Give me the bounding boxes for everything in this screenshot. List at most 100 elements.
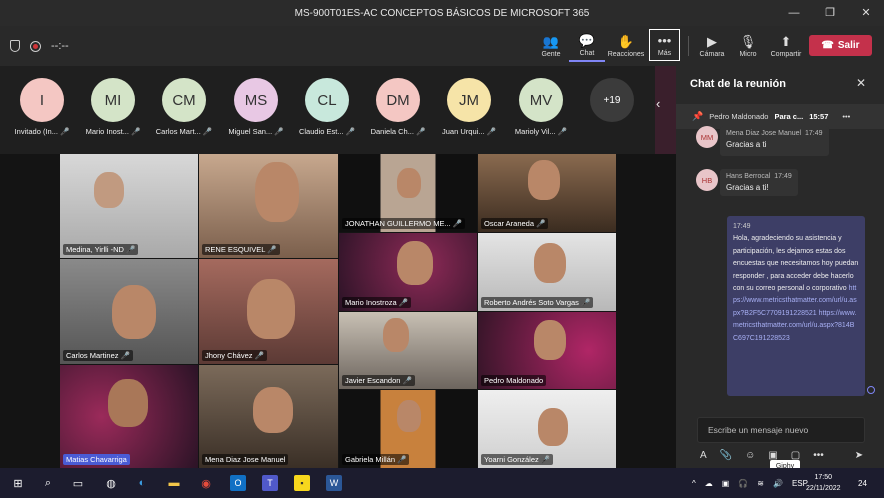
chat-button[interactable]: 💬 Chat (569, 30, 605, 62)
mic-off-icon: 🎤 (254, 351, 264, 360)
video-tile[interactable]: Yoarni González 🎤 (478, 390, 616, 468)
mic-off-icon: 🎤 (126, 245, 136, 254)
leave-button[interactable]: ☎ Salir (809, 35, 872, 56)
participant-avatar[interactable]: MS Miguel San... 🎤 (221, 78, 291, 136)
volume-icon[interactable]: 🔊 (773, 479, 783, 488)
teams-icon[interactable]: T (262, 475, 278, 491)
gif-icon[interactable]: ▣ (768, 450, 777, 461)
mic-off-icon: 🎤 (581, 298, 591, 307)
wifi-icon[interactable]: ≋ (757, 479, 764, 488)
video-tile[interactable]: Medina, Yirlli -ND 🎤 (60, 154, 198, 258)
task-view-icon[interactable]: ▭ (70, 475, 86, 491)
headset-icon[interactable]: 🎧 (738, 479, 748, 488)
format-icon[interactable]: A (700, 450, 707, 461)
participant-name: Miguel San... 🎤 (228, 127, 284, 136)
message-text: Hola, agradeciendo su asistencia y parti… (733, 235, 859, 293)
mic-off-icon: 🎤 (120, 351, 130, 360)
participant-avatar[interactable]: MV Marioly Vil... 🎤 (506, 78, 576, 136)
participant-strip: I Invitado (In... 🎤 MI Mario Inost... 🎤 … (0, 66, 676, 154)
minimize-button[interactable]: — (776, 0, 812, 26)
microphone-button[interactable]: 🎙 Micro (730, 30, 766, 62)
video-tile[interactable]: Mena Diaz Jose Manuel (199, 365, 338, 468)
taskbar: ⊞ ⌕ ▭ ◍ ◐ ▬ ◉ O T ▪ W ^ ☁ ▣ 🎧 ≋ 🔊 ESP 17… (0, 468, 884, 498)
participant-name-label: Carlos Martinez 🎤 (63, 350, 133, 361)
video-tile[interactable]: Javier Escandon 🎤 (339, 312, 477, 389)
chevron-left-icon[interactable]: ‹ (656, 96, 660, 111)
video-tile[interactable]: Pedro Maldonado (478, 312, 616, 389)
message-time: 17:49 (774, 173, 792, 180)
recording-icon (30, 40, 41, 52)
more-options-icon[interactable]: ••• (842, 112, 850, 121)
cloud-icon[interactable]: ☁ (705, 479, 713, 488)
avatar: MV (519, 78, 563, 122)
microphone-label: Micro (739, 50, 757, 58)
participant-name-label: Roberto Andrés Soto Vargas 🎤 (481, 297, 594, 308)
close-window-button[interactable]: ✕ (848, 0, 884, 26)
avatar: CL (305, 78, 349, 122)
outlook-icon[interactable]: O (230, 475, 246, 491)
video-tile[interactable]: Oscar Araneda 🎤 (478, 154, 616, 232)
attach-icon[interactable]: 📎 (720, 450, 732, 461)
edge-icon[interactable]: ◐ (134, 475, 150, 491)
chevron-up-icon[interactable]: ^ (692, 479, 696, 488)
mic-off-icon: 🎤 (402, 376, 412, 385)
mic-off-icon: 🎤 (397, 455, 407, 464)
video-tile[interactable]: Roberto Andrés Soto Vargas 🎤 (478, 233, 616, 311)
restore-button[interactable]: ❐ (812, 0, 848, 26)
windows-start-icon[interactable]: ⊞ (10, 475, 26, 491)
chrome-icon[interactable]: ◉ (198, 475, 214, 491)
video-tile[interactable]: RENE ESQUIVEL 🎤 (199, 154, 338, 258)
message-compose-input[interactable]: Escribe un mensaje nuevo (697, 417, 865, 443)
app-tray-icon[interactable]: ▣ (722, 479, 730, 488)
participant-avatar[interactable]: CM Carlos Mart... 🎤 (149, 78, 219, 136)
share-label: Compartir (770, 50, 802, 58)
word-icon[interactable]: W (326, 475, 342, 491)
clock[interactable]: 17:50 22/11/2022 (806, 472, 841, 494)
share-button[interactable]: ⬆ Compartir (767, 30, 805, 62)
message-time: 17:49 (804, 130, 823, 137)
more-participants-button[interactable]: +19 (590, 78, 634, 122)
close-icon[interactable]: ✕ (856, 76, 866, 90)
mic-off-icon: 🎤 (486, 127, 496, 136)
participant-name-label: Yoarni González 🎤 (481, 454, 554, 465)
participant-name: Marioly Vil... 🎤 (514, 127, 568, 136)
message-time: 17:49 (733, 223, 751, 230)
more-button[interactable]: ••• Más (649, 29, 680, 61)
participant-name-label: Oscar Araneda 🎤 (481, 218, 549, 229)
chat-label: Chat (579, 49, 595, 57)
video-tile[interactable]: Jhony Chávez 🎤 (199, 259, 338, 364)
participant-avatar[interactable]: DM Daniela Ch... 🎤 (363, 78, 433, 136)
avatar: CM (162, 78, 206, 122)
search-icon[interactable]: ⌕ (40, 475, 56, 491)
video-tile[interactable]: Carlos Martinez 🎤 (60, 259, 198, 364)
reactions-button[interactable]: ✋ Reacciones (605, 30, 647, 62)
emoji-icon[interactable]: ☺ (745, 450, 755, 461)
video-tile[interactable]: Gabriela Millán 🎤 (339, 390, 477, 468)
video-tile[interactable]: Mario Inostroza 🎤 (339, 233, 477, 311)
sticker-icon[interactable]: ▢ (791, 450, 800, 461)
leave-label: Salir (837, 40, 860, 51)
video-tile[interactable]: Matias Chavarriga (60, 365, 198, 468)
more-apps-icon[interactable]: ••• (813, 450, 824, 461)
meeting-toolbar: --:-- 👥 Gente 💬 Chat ✋ Reacciones ••• Má… (0, 26, 884, 66)
video-tile[interactable]: JONATHAN GUILLERMO ME... 🎤 (339, 154, 477, 232)
sticky-notes-icon[interactable]: ▪ (294, 475, 310, 491)
video-gallery: Medina, Yirlli -ND 🎤 Carlos Martinez 🎤 M… (0, 154, 676, 468)
avatar: MS (234, 78, 278, 122)
mic-off-icon: 🎤 (557, 127, 568, 136)
send-icon[interactable]: ➤ (855, 450, 863, 461)
mic-off-icon: 🎤 (131, 127, 141, 136)
participant-avatar[interactable]: I Invitado (In... 🎤 (7, 78, 77, 136)
notifications-button[interactable]: 24 (858, 468, 867, 498)
participant-name: Juan Urqui... 🎤 (442, 127, 496, 136)
more-label: Más (657, 49, 672, 57)
folder-icon[interactable]: ▬ (166, 475, 182, 491)
meet-icon[interactable]: ◍ (103, 475, 119, 491)
camera-button[interactable]: ▶ Cámara (694, 30, 730, 62)
camera-label: Cámara (699, 50, 725, 58)
participant-avatar[interactable]: CL Claudio Est... 🎤 (292, 78, 362, 136)
participant-avatar[interactable]: MI Mario Inost... 🎤 (78, 78, 148, 136)
window-title: MS-900T01ES-AC CONCEPTOS BÁSICOS DE MICR… (294, 7, 590, 19)
people-button[interactable]: 👥 Gente (533, 30, 569, 62)
participant-avatar[interactable]: JM Juan Urqui... 🎤 (434, 78, 504, 136)
